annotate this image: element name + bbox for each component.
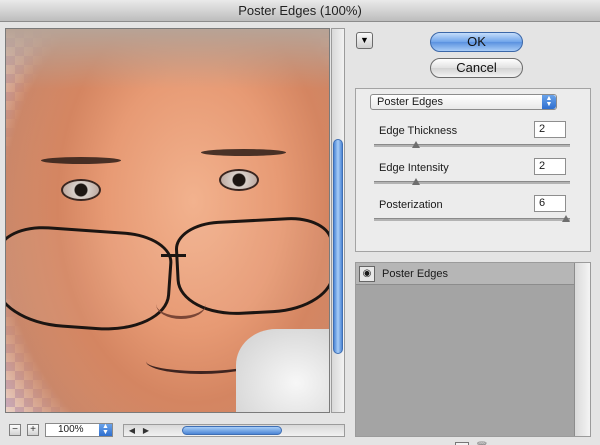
param-posterization: Posterization 6: [356, 195, 592, 231]
zoom-in-button[interactable]: +: [27, 424, 39, 436]
preview-horizontal-scrollbar[interactable]: ◀ ▶: [123, 424, 345, 437]
image-preview[interactable]: [5, 28, 330, 413]
zoom-level-select[interactable]: 100% ▲ ▼: [45, 423, 113, 437]
photo-hair: [6, 29, 329, 89]
glasses-bridge: [161, 254, 186, 257]
effect-layer-row[interactable]: ◉ Poster Edges: [356, 263, 574, 285]
edge-thickness-input[interactable]: 2: [534, 121, 566, 138]
posterization-slider[interactable]: [374, 215, 570, 222]
zoom-bar: − + 100% ▲ ▼ ◀ ▶: [5, 422, 345, 438]
posterization-input[interactable]: 6: [534, 195, 566, 212]
zoom-out-button[interactable]: −: [9, 424, 21, 436]
preview-horizontal-scroll-thumb[interactable]: [182, 426, 282, 435]
param-edge-intensity: Edge Intensity 2: [356, 158, 592, 194]
preview-vertical-scroll-thumb[interactable]: [333, 139, 343, 354]
edge-intensity-slider[interactable]: [374, 178, 570, 185]
param-label: Edge Intensity: [379, 162, 449, 174]
photo-brow-left: [41, 157, 121, 164]
up-down-arrows-icon: ▲ ▼: [542, 95, 556, 109]
filter-select-value: Poster Edges: [377, 96, 444, 108]
photo-nose: [156, 289, 206, 319]
zoom-level-value: 100%: [58, 424, 84, 435]
photo-brow-right: [201, 149, 286, 156]
cancel-button[interactable]: Cancel: [430, 58, 523, 78]
ok-button[interactable]: OK: [430, 32, 523, 52]
plus-icon: +: [30, 424, 36, 435]
preview-photo: [6, 29, 329, 412]
slider-knob[interactable]: [562, 215, 570, 222]
slider-knob[interactable]: [412, 141, 420, 148]
effect-layer-label: Poster Edges: [382, 268, 449, 280]
photo-shirt: [236, 329, 329, 412]
window-title: Poster Edges (100%): [0, 0, 600, 22]
up-down-arrows-icon: ▲ ▼: [99, 423, 112, 436]
triangle-down-icon: ▼: [360, 35, 369, 45]
scroll-right-arrow-icon[interactable]: ▶: [140, 425, 152, 436]
param-label: Posterization: [379, 199, 443, 211]
param-label: Edge Thickness: [379, 125, 458, 137]
collapse-toggle-button[interactable]: ▼: [356, 32, 373, 49]
scroll-left-arrow-icon[interactable]: ◀: [126, 425, 138, 436]
minus-icon: −: [12, 424, 18, 435]
photo-eye-left: [61, 179, 101, 201]
edge-thickness-slider[interactable]: [374, 141, 570, 148]
layers-vertical-scrollbar[interactable]: [574, 263, 590, 436]
photo-eye-right: [219, 169, 259, 191]
preview-vertical-scrollbar[interactable]: [331, 28, 345, 413]
filter-settings-panel: Poster Edges ▲ ▼ Edge Thickness 2 Edge In…: [355, 88, 591, 252]
eye-icon[interactable]: ◉: [359, 266, 375, 282]
slider-knob[interactable]: [412, 178, 420, 185]
glasses-lens-left: [6, 223, 175, 335]
filter-select[interactable]: Poster Edges ▲ ▼: [370, 94, 557, 110]
filter-dialog: − + 100% ▲ ▼ ◀ ▶ ▼ OK Cancel Poster Edges…: [0, 22, 600, 445]
effect-layers-panel: ◉ Poster Edges: [355, 262, 591, 437]
param-edge-thickness: Edge Thickness 2: [356, 121, 592, 157]
edge-intensity-input[interactable]: 2: [534, 158, 566, 175]
